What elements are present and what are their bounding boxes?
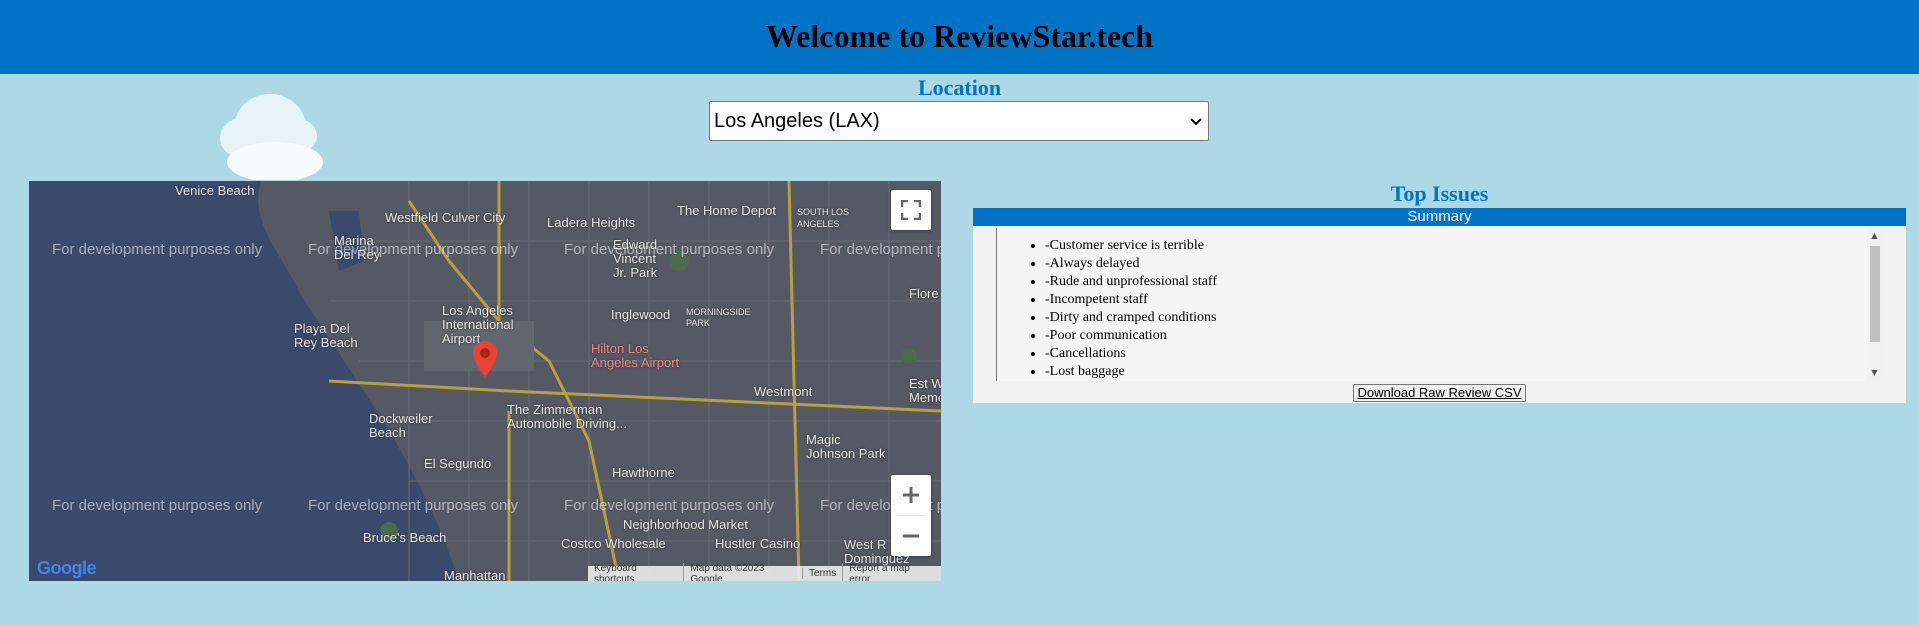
terms-link[interactable]: Terms [802, 568, 842, 579]
summary-panel: -Customer service is terrible-Always del… [973, 226, 1906, 403]
map-place-label: MORNINGSIDE PARK [686, 307, 751, 328]
map-place-label: Westmont [754, 384, 813, 399]
map-place-label: Los Angeles International Airport [442, 303, 514, 346]
page-title: Welcome to ReviewStar.tech [765, 17, 1154, 54]
map-place-label: Marina Del Rey [334, 233, 381, 262]
minus-icon [903, 534, 919, 538]
dev-watermark: For development purposes only [820, 241, 941, 258]
plus-icon [903, 487, 919, 503]
issues-list: -Customer service is terrible-Always del… [997, 228, 1881, 381]
issues-list-container[interactable]: -Customer service is terrible-Always del… [996, 228, 1881, 381]
issue-item: -Poor communication [1045, 327, 1881, 345]
issue-item: -Always delayed [1045, 255, 1881, 273]
map-place-label: Costco Wholesale [561, 536, 666, 551]
issue-item: -Dirty and cramped conditions [1045, 309, 1881, 327]
map-place-label: The Home Depot [677, 203, 776, 218]
map-place-label: El Segundo [424, 456, 492, 471]
map-place-label: Manhattan [444, 568, 506, 581]
fullscreen-button[interactable] [891, 190, 931, 230]
map-attribution: Keyboard shortcuts Map data ©2023 Google… [588, 562, 941, 582]
download-csv-button[interactable]: Download Raw Review CSV [1353, 384, 1526, 402]
map-place-label: Dockweiler Beach [369, 411, 433, 440]
google-logo-text: Google [37, 558, 97, 578]
map-place-label: SOUTH LOS ANGELES [797, 207, 850, 229]
map-place-label: Flore [909, 286, 939, 301]
map-place-label: Inglewood [611, 307, 671, 322]
map-place-label: Est W Memor [909, 376, 941, 405]
dev-watermark: For development purposes only [564, 497, 775, 514]
site-header: Welcome to ReviewStar.tech [0, 0, 1919, 74]
zoom-out-button[interactable] [891, 516, 931, 556]
map[interactable]: For development purposes only For develo… [29, 181, 941, 581]
zoom-in-button[interactable] [891, 475, 931, 515]
map-place-label: Hawthorne [612, 465, 675, 480]
location-selected-value: Los Angeles (LAX) [714, 109, 880, 132]
map-place-label: Ladera Heights [547, 215, 636, 230]
map-place-label: Playa Del Rey Beach [294, 321, 358, 350]
map-data-text: Map data ©2023 Google [683, 562, 802, 581]
map-place-label: Magic Johnson Park [806, 432, 886, 461]
dev-watermark: For development purposes only [308, 497, 519, 514]
map-place-label: Edward Vincent Jr. Park [613, 237, 658, 280]
issue-item: -Incompetent staff [1045, 291, 1881, 309]
map-place-label: Hilton Los Angeles Airport [591, 341, 680, 370]
map-place-label: Bruce's Beach [363, 530, 447, 545]
location-select[interactable]: Los Angeles (LAX) [709, 101, 1209, 141]
issue-item: -Lost baggage [1045, 363, 1881, 381]
chevron-down-icon [1190, 114, 1202, 129]
scroll-down-icon[interactable]: ▼ [1867, 367, 1882, 379]
fullscreen-icon [901, 200, 921, 220]
dev-watermark: For development purposes only [564, 241, 775, 258]
google-logo: Google [37, 558, 97, 579]
issue-item: -Cancellations [1045, 345, 1881, 363]
map-pin-icon[interactable] [473, 341, 497, 377]
report-map-error-link[interactable]: Report a map error [842, 562, 937, 581]
map-place-label: Neighborhood Market [623, 517, 749, 532]
map-place-label: Westfield Culver City [385, 210, 506, 225]
zoom-controls [891, 475, 931, 556]
top-issues-title: Top Issues [1390, 181, 1489, 206]
scrollbar-thumb[interactable] [1870, 246, 1880, 342]
issues-scrollbar[interactable]: ▲ ▼ [1867, 228, 1882, 381]
dev-watermark: For development purposes only [52, 497, 263, 514]
scroll-up-icon[interactable]: ▲ [1867, 230, 1882, 242]
map-place-label: Venice Beach [175, 183, 255, 198]
map-place-label: Hustler Casino [715, 536, 801, 551]
issue-item: -Customer service is terrible [1045, 237, 1881, 255]
dev-watermark: For development purposes only [52, 241, 263, 258]
keyboard-shortcuts-link[interactable]: Keyboard shortcuts [592, 563, 683, 582]
issue-item: -Rude and unprofessional staff [1045, 273, 1881, 291]
location-label: Location [917, 75, 1002, 100]
map-place-label: The Zimmerman Automobile Driving... [507, 402, 627, 431]
summary-header: Summary [973, 208, 1906, 226]
